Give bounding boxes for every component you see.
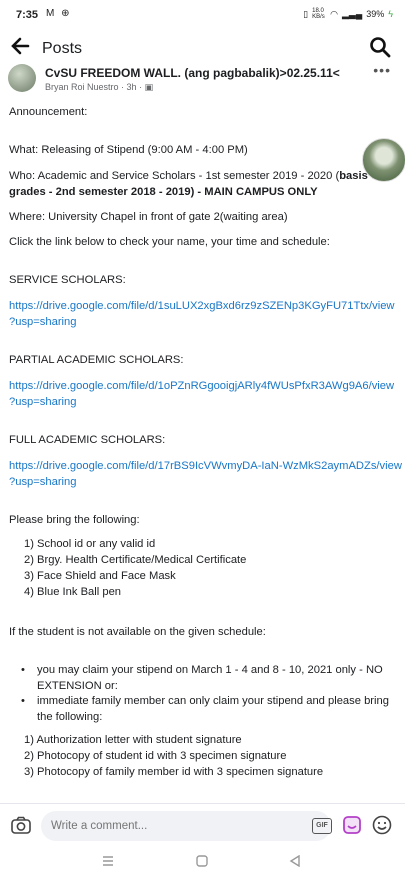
divider [0, 803, 405, 804]
back-arrow-icon[interactable] [10, 36, 30, 62]
bullet-text: EXTENSION or: [37, 680, 118, 692]
partial-heading: PARTIAL ACADEMIC SCHOLARS: [9, 354, 184, 366]
group-name[interactable]: CvSU FREEDOM WALL. (ang pagbabalik)>02.2… [45, 66, 340, 80]
back-nav-icon[interactable] [289, 854, 301, 872]
vibrate-icon: ▯ [303, 8, 309, 19]
page-title: Posts [42, 40, 83, 57]
partial-link-cont[interactable]: ?usp=sharing [9, 394, 77, 410]
search-icon[interactable] [369, 36, 393, 60]
list-item: 2) Brgy. Health Certificate/Medical Cert… [24, 554, 247, 566]
unavailable-line: If the student is not available on the g… [9, 626, 266, 638]
system-nav-bar [0, 846, 405, 878]
bullet-text: you may claim your stipend on March 1 - … [37, 664, 383, 676]
bullet-dot: • [21, 695, 25, 707]
sticker-icon[interactable] [343, 816, 361, 834]
post-header: CvSU FREEDOM WALL. (ang pagbabalik)>02.2… [0, 62, 405, 96]
service-heading: SERVICE SCHOLARS: [9, 274, 126, 286]
partial-link[interactable]: https://drive.google.com/file/d/1oPZnRGg… [9, 378, 394, 394]
full-link[interactable]: https://drive.google.com/file/d/17rBS9Ic… [9, 458, 402, 474]
data-speed: 18.0 KB/s [312, 8, 325, 20]
where-line: Where: University Chapel in front of gat… [9, 211, 288, 223]
who-bold-2: grades - 2nd semester 2018 - 2019) [9, 186, 195, 198]
time-ago[interactable]: 3h [127, 82, 137, 92]
list-item: 2) Photocopy of student id with 3 specim… [24, 750, 287, 762]
list-item: 1) Authorization letter with student sig… [24, 734, 242, 746]
notification-icons: M ⊕ [46, 8, 72, 19]
who-text: Who: Academic and Service Scholars - 1st… [9, 170, 340, 182]
emoji-icon[interactable] [372, 815, 392, 835]
signal-icon: ▂▃▄ [341, 8, 363, 19]
battery-level: 39% [366, 9, 385, 19]
announcement-label: Announcement: [9, 106, 88, 118]
battery-icon: ϟ [388, 9, 393, 19]
who-line-2: grades - 2nd semester 2018 - 2019) - MAI… [9, 184, 318, 200]
chat-head-avatar[interactable] [362, 138, 405, 182]
bring-heading: Please bring the following: [9, 514, 140, 526]
wifi-icon: ◠ [330, 8, 338, 19]
more-options-icon[interactable]: ••• [373, 62, 391, 78]
home-icon[interactable] [196, 854, 208, 872]
post-meta: Bryan Roi Nuestro · 3h · ▣ [45, 82, 153, 93]
author-name[interactable]: Bryan Roi Nuestro [45, 82, 119, 92]
gif-icon[interactable]: GIF [312, 818, 332, 834]
bullet-text: immediate family member can only claim y… [37, 695, 389, 707]
audience-icon: ▣ [144, 82, 154, 92]
click-line: Click the link below to check your name,… [9, 236, 330, 248]
avatar[interactable] [8, 64, 36, 92]
bullet-text: the following: [37, 711, 103, 723]
comment-bar: GIF [0, 806, 405, 846]
camera-icon[interactable] [11, 816, 31, 834]
status-right: ▯ 18.0 KB/s ◠ ▂▃▄ 39% ϟ [303, 8, 393, 20]
list-item: 4) Blue Ink Ball pen [24, 586, 122, 598]
service-link[interactable]: https://drive.google.com/file/d/1suLUX2x… [9, 298, 395, 314]
service-link-cont[interactable]: ?usp=sharing [9, 314, 77, 330]
full-link-cont[interactable]: ?usp=sharing [9, 474, 77, 490]
status-time: 7:35 [16, 9, 39, 21]
recents-icon[interactable] [102, 854, 114, 872]
full-heading: FULL ACADEMIC SCHOLARS: [9, 434, 166, 446]
what-line: What: Releasing of Stipend (9:00 AM - 4:… [9, 144, 248, 156]
status-bar: 7:35 M ⊕ ▯ 18.0 KB/s ◠ ▂▃▄ 39% ϟ [0, 0, 405, 30]
list-item: 3) Face Shield and Face Mask [24, 570, 176, 582]
main-campus-only: - MAIN CAMPUS ONLY [194, 186, 318, 198]
list-item: 1) School id or any valid id [24, 538, 156, 550]
comment-input[interactable] [41, 811, 331, 841]
list-item: 3) Photocopy of family member id with 3 … [24, 766, 324, 778]
bullet-dot: • [21, 664, 25, 676]
who-line-1: Who: Academic and Service Scholars - 1st… [9, 168, 381, 184]
